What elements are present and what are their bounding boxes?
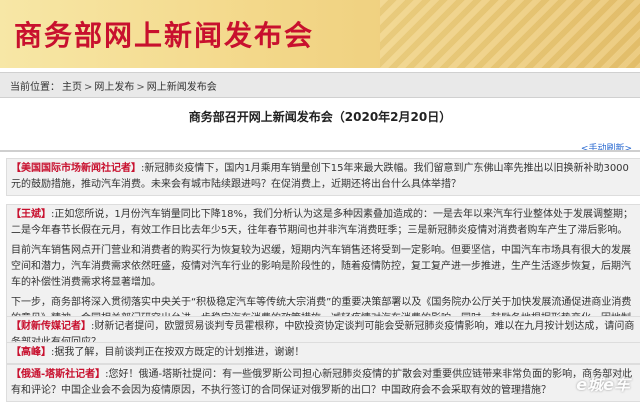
watermark-logo: e城e车: [576, 375, 630, 394]
site-title: 商务部网上新闻发布会: [14, 19, 315, 52]
speaker-label: 【王斌】: [11, 209, 51, 220]
qa-text: :正如您所说，1月份汽车销量同比下降18%，我们分析认为这是多种因素叠加造成的：…: [11, 209, 633, 236]
breadcrumb-home[interactable]: 主页: [62, 82, 82, 93]
speaker-label: 【财新传媒记者】: [11, 321, 91, 332]
breadcrumb-separator: >: [84, 82, 93, 93]
qa-text: :据我了解，目前谈判正在按双方既定的计划推进，谢谢！: [51, 347, 305, 358]
qa-block-5: 【俄通-塔斯社记者】:您好！俄通-塔斯社提问：有一些俄罗斯公司担心新冠肺炎疫情的…: [6, 364, 640, 402]
divider: [0, 150, 640, 152]
qa-text: :您好！俄通-塔斯社提问：有一些俄罗斯公司担心新冠肺炎疫情的扩散会对重要供应链带…: [11, 369, 633, 396]
qa-paragraph: 目前汽车销售网点开门营业和消费者的购买行为恢复较为迟缓，短期内汽车销售还将受到一…: [11, 245, 631, 288]
speaker-label: 【高峰】: [11, 347, 51, 358]
site-banner: 商务部网上新闻发布会: [0, 0, 640, 68]
breadcrumb-bar: 当前位置： 主页 > 网上发布 > 网上新闻发布会: [0, 72, 640, 98]
qa-block-4: 【高峰】:据我了解，目前谈判正在按双方既定的计划推进，谢谢！: [6, 342, 640, 364]
page-title: 商务部召开网上新闻发布会（2020年2月20日）: [188, 110, 452, 124]
qa-block-1: 【美国国际市场新闻社记者】:新冠肺炎疫情下，国内1月乘用车销量创下15年来最大跌…: [6, 158, 640, 196]
breadcrumb-press-conference[interactable]: 网上新闻发布会: [147, 82, 217, 93]
breadcrumb: 当前位置： 主页 > 网上发布 > 网上新闻发布会: [10, 78, 219, 93]
breadcrumb-separator: >: [136, 82, 145, 93]
manual-refresh-link[interactable]: <手动刷新>: [581, 141, 632, 154]
breadcrumb-prefix: 当前位置：: [10, 82, 60, 93]
speaker-label: 【俄通-塔斯社记者】: [11, 369, 106, 380]
breadcrumb-online-release[interactable]: 网上发布: [94, 82, 134, 93]
speaker-label: 【美国国际市场新闻社记者】: [11, 163, 141, 174]
